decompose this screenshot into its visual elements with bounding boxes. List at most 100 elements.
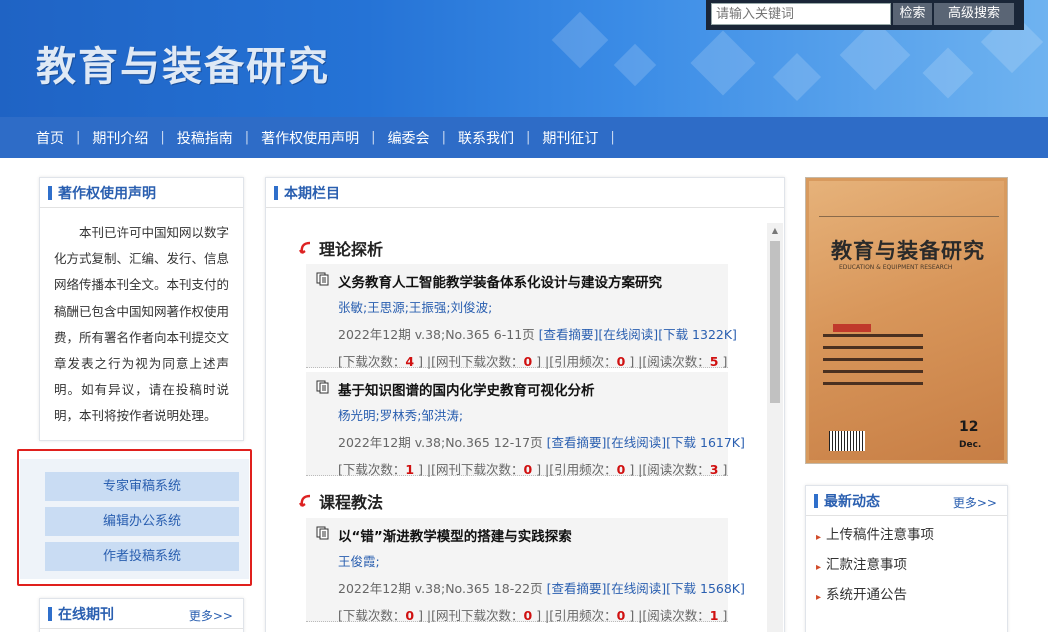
- nav-editorial-board[interactable]: 编委会: [376, 128, 442, 148]
- download-link[interactable]: [下载 1322K]: [658, 327, 737, 342]
- search-button[interactable]: 检索: [893, 3, 932, 25]
- article-title[interactable]: 基于知识图谱的国内化学史教育可视化分析: [338, 379, 595, 399]
- article-stats: [下载次数：1 ] |[网刊下载次数：0 ] |[引用频次：0 ] |[阅读次数…: [338, 459, 727, 478]
- section-name: 课程教法: [319, 493, 384, 512]
- article-authors[interactable]: 王俊霞;: [338, 551, 380, 570]
- bullet-icon: ▸: [816, 561, 822, 573]
- news-item-label: 系统开通公告: [826, 587, 907, 603]
- article-meta: 2022年12期 v.38;No.365 18-22页 [查看摘要][在线阅读]…: [338, 578, 745, 597]
- advanced-search-button[interactable]: 高级搜索: [934, 3, 1014, 25]
- document-icon: [316, 272, 329, 286]
- article-title[interactable]: 义务教育人工智能教学装备体系化设计与建设方案研究: [338, 271, 662, 291]
- article-issue: 2022年12期 v.38;No.365 12-17页: [338, 435, 543, 450]
- download-link[interactable]: [下载 1568K]: [666, 581, 745, 596]
- search-bar: 检索 高级搜索: [706, 0, 1024, 30]
- stat-label: ] |[引用频次：: [532, 608, 617, 623]
- curved-arrow-icon: [299, 494, 311, 507]
- cover-issue-month: Dec.: [959, 440, 982, 450]
- news-item[interactable]: ▸ 汇款注意事项: [816, 553, 907, 573]
- banner-decoration: [551, 11, 609, 69]
- news-item[interactable]: ▸ 上传稿件注意事项: [816, 523, 934, 543]
- scrollbar-thumb[interactable]: [770, 241, 780, 403]
- stat-label: ] |[引用频次：: [532, 462, 617, 477]
- search-input[interactable]: [711, 3, 891, 25]
- read-online-link[interactable]: [在线阅读]: [606, 435, 666, 450]
- section-bar-icon: [48, 606, 52, 621]
- download-count: 4: [405, 354, 415, 369]
- news-header: 最新动态 更多>>: [806, 486, 1007, 516]
- stat-label: ] |[网刊下载次数：: [414, 608, 524, 623]
- section-bar-icon: [274, 185, 278, 200]
- expert-review-button[interactable]: 专家审稿系统: [45, 472, 239, 501]
- nav-home[interactable]: 首页: [24, 128, 76, 148]
- section-name: 理论探析: [319, 240, 384, 259]
- current-issue-title: 本期栏目: [284, 185, 340, 202]
- banner-decoration: [772, 52, 822, 102]
- cover-line: [823, 334, 923, 337]
- editor-office-button[interactable]: 编辑办公系统: [45, 507, 239, 536]
- read-online-link[interactable]: [在线阅读]: [606, 581, 666, 596]
- copyright-box: 著作权使用声明 本刊已许可中国知网以数字化方式复制、汇编、发行、信息网络传播本刊…: [39, 177, 244, 441]
- journal-cover[interactable]: 教育与装备研究 EDUCATION & EQUIPMENT RESEARCH 1…: [805, 177, 1008, 464]
- banner-decoration: [839, 19, 911, 91]
- news-more-link[interactable]: 更多>>: [953, 494, 997, 511]
- view-abstract-link[interactable]: [查看摘要]: [547, 581, 607, 596]
- news-item[interactable]: ▸ 系统开通公告: [816, 583, 907, 603]
- author-submission-button[interactable]: 作者投稿系统: [45, 542, 239, 571]
- stat-label: ] |[阅读次数：: [625, 462, 710, 477]
- barcode-icon: [829, 431, 865, 451]
- online-journal-title: 在线期刊: [58, 606, 114, 623]
- nav-contact[interactable]: 联系我们: [446, 128, 526, 148]
- view-abstract-link[interactable]: [查看摘要]: [539, 327, 599, 342]
- cover-line: [823, 370, 923, 373]
- scroll-up-arrow-icon[interactable]: ▲: [767, 226, 783, 238]
- document-icon: [316, 526, 329, 540]
- article-item: 基于知识图谱的国内化学史教育可视化分析 杨光明;罗林秀;邹洪涛; 2022年12…: [306, 372, 745, 478]
- view-abstract-link[interactable]: [查看摘要]: [547, 435, 607, 450]
- article-authors[interactable]: 杨光明;罗林秀;邹洪涛;: [338, 405, 463, 424]
- download-link[interactable]: [下载 1617K]: [666, 435, 745, 450]
- nav-copyright[interactable]: 著作权使用声明: [249, 128, 371, 148]
- bullet-icon: ▸: [816, 531, 822, 543]
- cover-rule: [819, 216, 999, 219]
- current-issue-header: 本期栏目: [266, 178, 784, 208]
- download-count: 1: [405, 462, 415, 477]
- stat-label: [下载次数：: [338, 608, 406, 623]
- nav-journal-intro[interactable]: 期刊介绍: [80, 128, 160, 148]
- cover-contents: [823, 334, 923, 394]
- article-title[interactable]: 以“错”渐进教学模型的搭建与实践探索: [338, 525, 572, 545]
- article-authors[interactable]: 张敏;王思源;王振强;刘俊波;: [338, 297, 492, 316]
- section-bar-icon: [814, 493, 818, 508]
- banner-decoration: [613, 43, 657, 87]
- cover-badge: [833, 324, 871, 332]
- online-journal-more-link[interactable]: 更多>>: [189, 607, 233, 624]
- cover-subtitle: EDUCATION & EQUIPMENT RESEARCH: [839, 264, 953, 271]
- copyright-box-header: 著作权使用声明: [40, 178, 243, 208]
- read-online-link[interactable]: [在线阅读]: [598, 327, 658, 342]
- cover-issue-number: 12 Dec.: [959, 419, 1004, 451]
- download-count: 0: [405, 608, 415, 623]
- news-title: 最新动态: [824, 493, 880, 510]
- article-stats: [下载次数：0 ] |[网刊下载次数：0 ] |[引用频次：0 ] |[阅读次数…: [338, 605, 727, 624]
- stat-label: ]: [718, 462, 728, 477]
- banner-decoration: [922, 47, 974, 99]
- section-heading: 课程教法: [299, 489, 383, 513]
- curved-arrow-icon: [299, 241, 311, 254]
- nav-subscription[interactable]: 期刊征订: [530, 128, 610, 148]
- copyright-box-title: 著作权使用声明: [58, 185, 156, 202]
- nav-submission-guide[interactable]: 投稿指南: [165, 128, 245, 148]
- bullet-icon: ▸: [816, 591, 822, 603]
- stat-label: ] |[阅读次数：: [625, 354, 710, 369]
- stat-label: ] |[阅读次数：: [625, 608, 710, 623]
- stat-label: [下载次数：: [338, 354, 406, 369]
- online-journal-box: 在线期刊 更多>>: [39, 598, 244, 632]
- copyright-text: 本刊已许可中国知网以数字化方式复制、汇编、发行、信息网络传播本刊全文。本刊支付的…: [40, 208, 243, 430]
- stat-label: [下载次数：: [338, 462, 406, 477]
- cover-line: [823, 382, 923, 385]
- site-title: 教育与装备研究: [36, 44, 330, 90]
- article-stats: [下载次数：4 ] |[网刊下载次数：0 ] |[引用频次：0 ] |[阅读次数…: [338, 351, 727, 370]
- cover-title: 教育与装备研究: [831, 239, 985, 263]
- nav-separator: |: [610, 130, 615, 145]
- article-item: 义务教育人工智能教学装备体系化设计与建设方案研究 张敏;王思源;王振强;刘俊波;…: [306, 264, 737, 370]
- cnki-download-count: 0: [523, 462, 533, 477]
